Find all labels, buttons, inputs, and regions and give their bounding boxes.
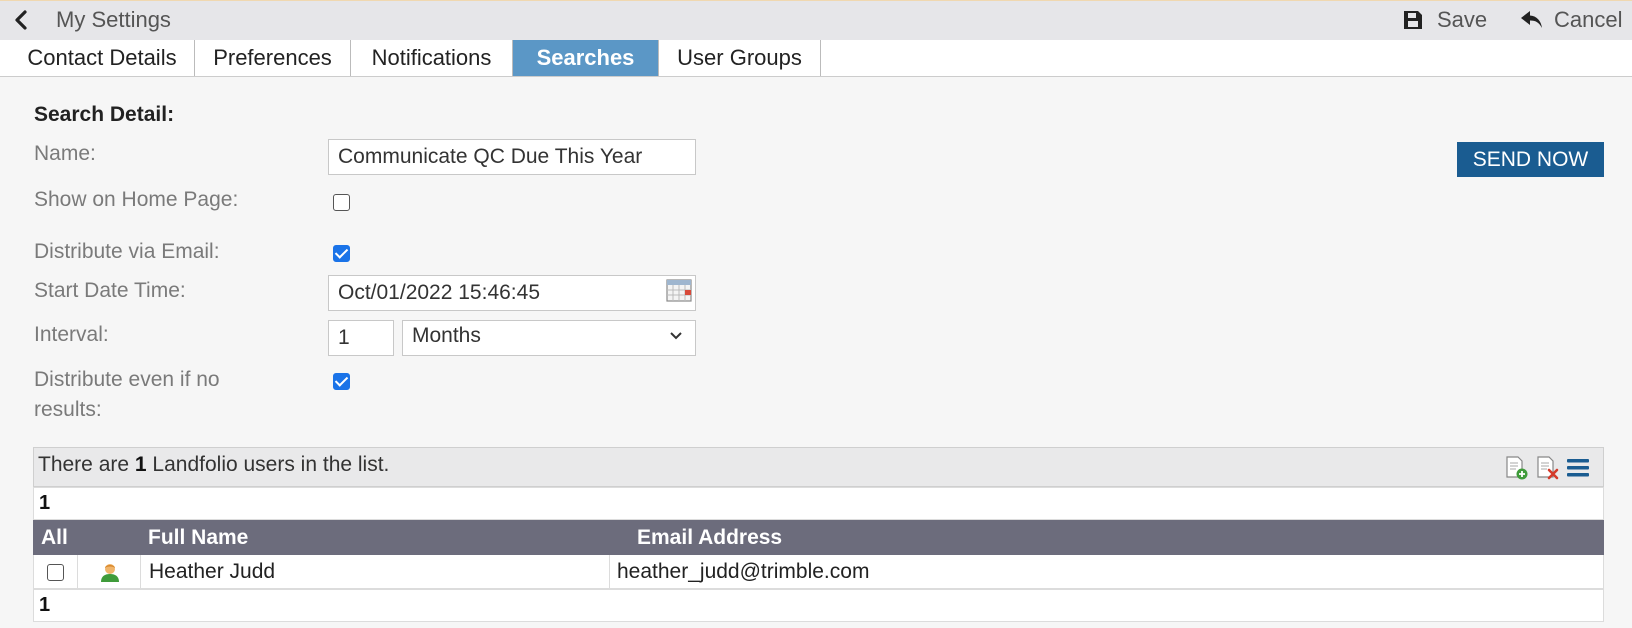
cancel-button[interactable]: Cancel bbox=[1520, 6, 1622, 34]
remove-document-icon bbox=[1537, 456, 1559, 480]
start-date-label: Start Date Time: bbox=[34, 279, 186, 302]
grid-header: All Full Name Email Address bbox=[33, 520, 1604, 555]
hamburger-menu-icon bbox=[1567, 459, 1589, 477]
show-home-checkbox[interactable] bbox=[333, 194, 350, 211]
list-count-number: 1 bbox=[134, 453, 147, 476]
chevron-down-icon bbox=[670, 332, 682, 340]
column-full-name[interactable]: Full Name bbox=[148, 520, 628, 555]
list-count-text: There are 1 Landfolio users in the list. bbox=[38, 453, 389, 477]
undo-arrow-icon bbox=[1521, 11, 1542, 28]
table-row: Heather Judd heather_judd@trimble.com bbox=[33, 555, 1604, 589]
back-button[interactable] bbox=[10, 8, 32, 32]
interval-number-input[interactable] bbox=[328, 320, 394, 356]
tab-notifications[interactable]: Notifications bbox=[351, 40, 513, 76]
row-full-name: Heather Judd bbox=[140, 555, 609, 588]
distribute-no-results-label-line1: Distribute even if no bbox=[34, 368, 220, 391]
tab-searches[interactable]: Searches bbox=[513, 40, 659, 76]
row-email: heather_judd@trimble.com bbox=[609, 555, 1604, 588]
interval-unit-select[interactable]: Months bbox=[402, 320, 696, 356]
tab-user-groups[interactable]: User Groups bbox=[659, 40, 821, 76]
list-menu-button[interactable] bbox=[1566, 456, 1590, 480]
list-count-suffix: Landfolio users in the list. bbox=[152, 453, 390, 476]
pager-bottom[interactable]: 1 bbox=[33, 589, 1604, 622]
tab-contact-details[interactable]: Contact Details bbox=[10, 40, 195, 76]
start-date-input[interactable] bbox=[328, 275, 696, 311]
row-select-checkbox[interactable] bbox=[47, 564, 64, 581]
list-count-prefix: There are bbox=[38, 453, 130, 476]
add-document-icon bbox=[1506, 456, 1528, 480]
interval-label: Interval: bbox=[34, 323, 109, 346]
send-now-button[interactable]: SEND NOW bbox=[1457, 142, 1604, 177]
cancel-label: Cancel bbox=[1554, 7, 1623, 32]
floppy-disk-icon bbox=[1404, 11, 1422, 29]
row-icon-cell bbox=[77, 555, 140, 588]
save-button[interactable]: Save bbox=[1403, 6, 1487, 34]
save-label: Save bbox=[1437, 7, 1488, 32]
distribute-no-results-checkbox[interactable] bbox=[333, 373, 350, 390]
section-title: Search Detail: bbox=[34, 103, 175, 126]
interval-unit-value: Months bbox=[412, 324, 481, 347]
page-title: My Settings bbox=[56, 7, 171, 32]
distribute-no-results-label-line2: results: bbox=[34, 398, 102, 421]
row-select-cell bbox=[33, 555, 77, 588]
calendar-icon bbox=[666, 279, 692, 302]
distribute-email-checkbox[interactable] bbox=[333, 245, 350, 262]
settings-tabs: Contact Details Preferences Notification… bbox=[0, 40, 1632, 77]
chevron-left-icon bbox=[15, 10, 27, 30]
top-bar: My Settings Save Cancel bbox=[0, 0, 1632, 40]
name-label: Name: bbox=[34, 142, 96, 165]
show-home-label: Show on Home Page: bbox=[34, 188, 239, 211]
user-icon bbox=[101, 564, 119, 582]
distribute-email-label: Distribute via Email: bbox=[34, 240, 220, 263]
remove-user-button[interactable] bbox=[1535, 456, 1559, 480]
tab-preferences[interactable]: Preferences bbox=[195, 40, 351, 76]
pager-top[interactable]: 1 bbox=[33, 487, 1604, 520]
list-header: There are 1 Landfolio users in the list. bbox=[33, 447, 1604, 487]
calendar-button[interactable] bbox=[666, 279, 692, 303]
column-email[interactable]: Email Address bbox=[637, 520, 1237, 555]
column-all[interactable]: All bbox=[41, 520, 81, 555]
add-user-button[interactable] bbox=[1504, 456, 1528, 480]
search-name-input[interactable] bbox=[328, 139, 696, 175]
